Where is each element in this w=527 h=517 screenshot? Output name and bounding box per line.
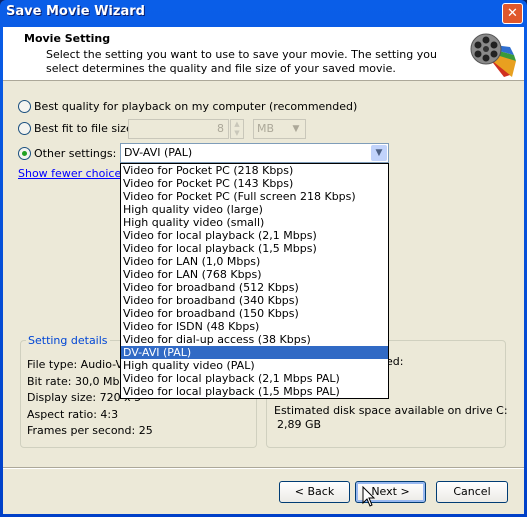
best-quality-radio[interactable] xyxy=(18,100,31,113)
dropdown-option[interactable]: High quality video (PAL) xyxy=(121,359,388,372)
dropdown-option[interactable]: Video for local playback (2,1 Mbps PAL) xyxy=(121,372,388,385)
best-fit-radio[interactable] xyxy=(18,122,31,135)
settings-dropdown-list[interactable]: Video for Pocket PC (218 Kbps) Video for … xyxy=(120,163,389,399)
dropdown-option[interactable]: Video for broadband (150 Kbps) xyxy=(121,307,388,320)
dropdown-option[interactable]: Video for Pocket PC (Full screen 218 Kbp… xyxy=(121,190,388,203)
chevron-down-icon: ▼ xyxy=(292,124,300,134)
chevron-down-icon[interactable]: ▼ xyxy=(371,145,387,161)
dropdown-option[interactable]: DV-AVI (PAL) xyxy=(121,346,388,359)
dropdown-option[interactable]: Video for Pocket PC (143 Kbps) xyxy=(121,177,388,190)
window-title: Save Movie Wizard xyxy=(6,4,145,19)
frames-per-second: Frames per second: 25 xyxy=(27,424,153,437)
divider xyxy=(3,467,524,469)
mouse-cursor-icon xyxy=(362,486,376,507)
dropdown-option[interactable]: Video for local playback (1,5 Mbps PAL) xyxy=(121,385,388,398)
best-fit-label: Best fit to file size: xyxy=(34,122,137,135)
best-quality-label: Best quality for playback on my computer… xyxy=(34,100,358,113)
close-button[interactable]: ✕ xyxy=(502,3,523,24)
dropdown-option[interactable]: Video for LAN (1,0 Mbps) xyxy=(121,255,388,268)
wizard-window: Save Movie Wizard ✕ Movie Setting Select… xyxy=(0,0,527,517)
aspect-ratio: Aspect ratio: 4:3 xyxy=(27,407,119,421)
movie-reel-icon xyxy=(470,33,516,77)
file-size-unit-select[interactable]: MB ▼ xyxy=(253,119,306,139)
dropdown-option[interactable]: Video for local playback (1,5 Mbps) xyxy=(121,242,388,255)
dialog-body: Movie Setting Select the setting you wan… xyxy=(3,27,524,514)
cancel-button[interactable]: Cancel xyxy=(436,481,508,503)
dropdown-option[interactable]: Video for local playback (2,1 Mbps) xyxy=(121,229,388,242)
disk-space-label: Estimated disk space available on drive … xyxy=(274,404,508,417)
dropdown-option[interactable]: Video for LAN (768 Kbps) xyxy=(121,268,388,281)
dropdown-option[interactable]: Video for Pocket PC (218 Kbps) xyxy=(121,164,388,177)
dropdown-option[interactable]: Video for dial-up access (38 Kbps) xyxy=(121,333,388,346)
file-size-input[interactable]: 8 xyxy=(128,119,229,139)
dropdown-option[interactable]: High quality video (large) xyxy=(121,203,388,216)
file-size-spinner[interactable]: ▲ ▼ xyxy=(230,119,244,139)
page-description: Select the setting you want to use to sa… xyxy=(46,48,437,75)
combobox-value: DV-AVI (PAL) xyxy=(124,146,193,159)
setting-details-label: Setting details xyxy=(26,334,110,347)
dropdown-option[interactable]: Video for broadband (340 Kbps) xyxy=(121,294,388,307)
dropdown-option[interactable]: Video for ISDN (48 Kbps) xyxy=(121,320,388,333)
back-button[interactable]: < Back xyxy=(279,481,350,503)
other-settings-label: Other settings: xyxy=(34,147,117,160)
unit-value: MB xyxy=(257,122,275,135)
header: Movie Setting Select the setting you wan… xyxy=(3,27,524,81)
other-settings-radio[interactable] xyxy=(18,147,31,160)
page-title: Movie Setting xyxy=(24,32,111,45)
dropdown-option[interactable]: High quality video (small) xyxy=(121,216,388,229)
disk-space-value: 2,89 GB xyxy=(277,418,322,431)
dropdown-option[interactable]: Video for broadband (512 Kbps) xyxy=(121,281,388,294)
other-settings-combobox[interactable]: DV-AVI (PAL) ▼ xyxy=(120,143,389,163)
